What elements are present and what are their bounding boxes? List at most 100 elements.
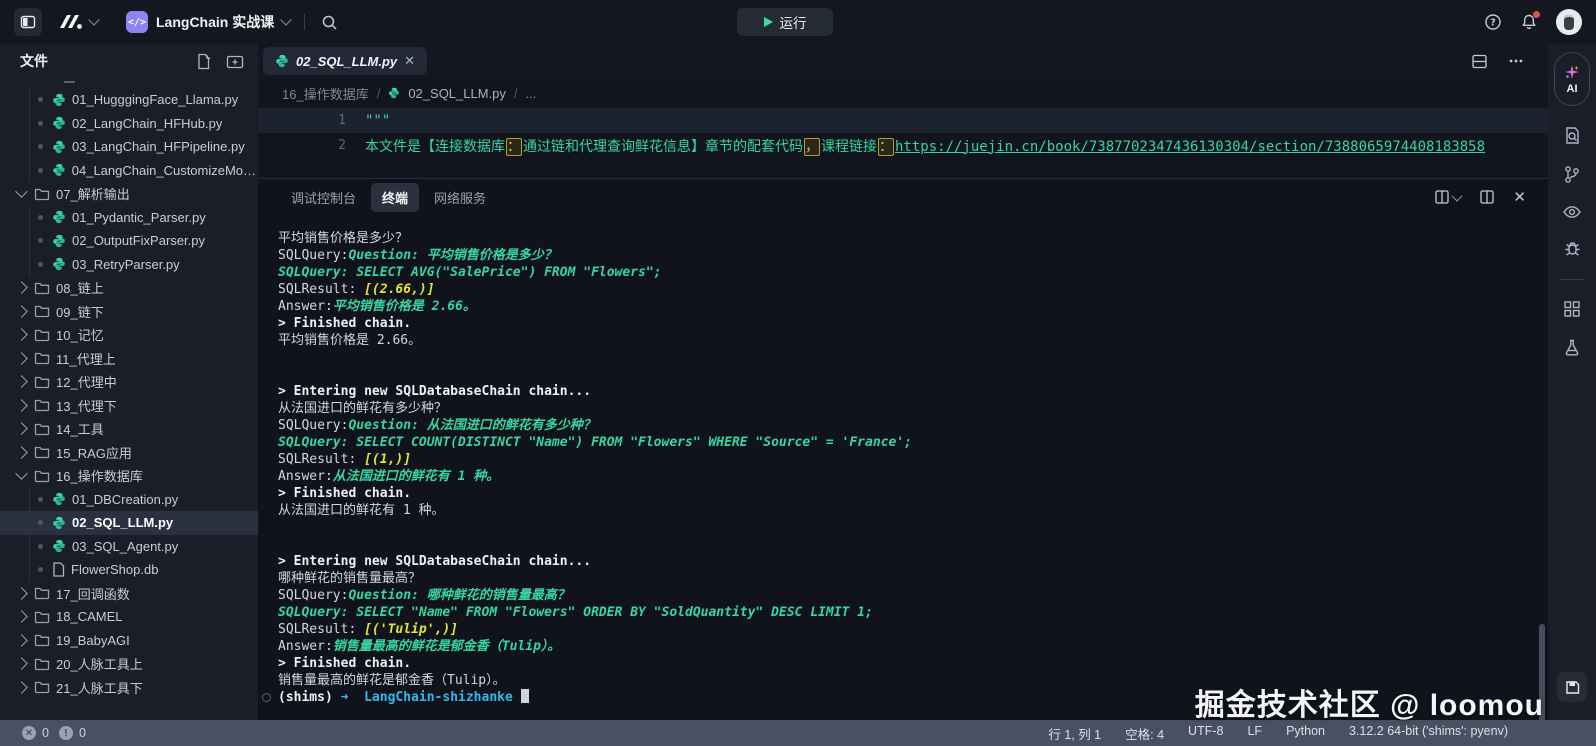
extensions-icon[interactable] bbox=[1563, 300, 1581, 318]
new-folder-icon[interactable] bbox=[226, 53, 244, 70]
tab-02-sql-llm[interactable]: 02_SQL_LLM.py ✕ bbox=[263, 47, 427, 75]
statusbar-item[interactable]: UTF-8 bbox=[1188, 724, 1223, 743]
tab-close-icon[interactable]: ✕ bbox=[404, 53, 415, 69]
ai-assistant-button[interactable]: AI bbox=[1554, 52, 1590, 106]
ai-label: AI bbox=[1567, 83, 1578, 95]
tree-folder-21_人脉工具下[interactable]: 21_人脉工具下 bbox=[0, 676, 258, 700]
breadcrumb: 16_操作数据库 / 02_SQL_LLM.py / ... bbox=[258, 78, 1548, 108]
more-actions-icon[interactable] bbox=[1508, 53, 1524, 69]
code-token: ： bbox=[878, 138, 894, 156]
tree-folder-13_代理下[interactable]: 13_代理下 bbox=[0, 394, 258, 418]
help-icon[interactable]: ? bbox=[1484, 13, 1502, 31]
tree-folder-16_操作数据库[interactable]: 16_操作数据库 bbox=[0, 464, 258, 488]
terminal-line: Answer:销售量最高的鲜花是郁金香（Tulip）。 bbox=[278, 638, 1538, 655]
save-icon bbox=[1565, 680, 1580, 695]
tree-file-03_SQL_Agent.py[interactable]: 03_SQL_Agent.py bbox=[0, 535, 258, 559]
warnings-count: 0 bbox=[79, 726, 86, 740]
app-logo[interactable] bbox=[56, 12, 98, 32]
split-panel-icon2[interactable] bbox=[1479, 189, 1495, 205]
tree-folder-09_链下[interactable]: 09_链下 bbox=[0, 300, 258, 324]
terminal-line: SQLQuery: SELECT AVG("SalePrice") FROM "… bbox=[278, 264, 1538, 281]
workspace-icon: </> bbox=[126, 11, 148, 33]
problems-indicator[interactable]: ✕ 0 ! 0 bbox=[22, 726, 90, 740]
panel-tab-bar: 调试控制台 终端 网络服务 ✕ bbox=[258, 179, 1548, 215]
close-panel-icon[interactable]: ✕ bbox=[1513, 188, 1526, 206]
tree-folder-11_代理上[interactable]: 11_代理上 bbox=[0, 347, 258, 371]
source-control-icon[interactable] bbox=[1563, 165, 1581, 184]
run-button[interactable]: 运行 bbox=[737, 8, 833, 36]
terminal-line: SQLQuery:Question: 平均销售价格是多少？ bbox=[278, 247, 1538, 264]
tree-folder-08_链上[interactable]: 08_链上 bbox=[0, 276, 258, 300]
editor-tab-bar: 02_SQL_LLM.py ✕ bbox=[258, 44, 1548, 78]
terminal-line bbox=[278, 349, 1538, 366]
breadcrumb-file[interactable]: 02_SQL_LLM.py bbox=[408, 86, 506, 101]
split-editor-icon[interactable] bbox=[1471, 53, 1488, 70]
code-line-2[interactable]: 2本文件是【连接数据库：通过链和代理查询鲜花信息】章节的配套代码，课程链接：ht… bbox=[258, 133, 1548, 158]
test-flask-icon[interactable] bbox=[1563, 338, 1581, 357]
save-layout-button[interactable] bbox=[1557, 672, 1587, 702]
tree-file-01_DBCreation.py[interactable]: 01_DBCreation.py bbox=[0, 488, 258, 512]
tree-file-02_SQL_LLM.py[interactable]: 02_SQL_LLM.py bbox=[0, 511, 258, 535]
terminal-line: > Finished chain. bbox=[278, 485, 1538, 502]
code-token: ， bbox=[804, 138, 820, 156]
code-editor[interactable]: 1"""2本文件是【连接数据库：通过链和代理查询鲜花信息】章节的配套代码，课程链… bbox=[258, 108, 1548, 158]
debug-bug-icon[interactable] bbox=[1563, 240, 1582, 259]
breadcrumb-folder[interactable]: 16_操作数据库 bbox=[282, 84, 369, 103]
editor-actions bbox=[1471, 44, 1524, 78]
code-token: 通过链和代理查询鲜花信息】章节的配套代码 bbox=[523, 139, 803, 155]
tab-debug-console[interactable]: 调试控制台 bbox=[280, 183, 367, 212]
explorer-title: 文件 bbox=[20, 51, 195, 71]
code-token: ： bbox=[506, 138, 522, 156]
tree-file-FlowerShop.db[interactable]: FlowerShop.db bbox=[0, 558, 258, 582]
terminal-line: > Entering new SQLDatabaseChain chain... bbox=[278, 383, 1538, 400]
split-terminal-menu-button[interactable] bbox=[1434, 189, 1461, 205]
statusbar-item[interactable]: LF bbox=[1247, 724, 1262, 743]
workspace-switcher[interactable]: </> LangChain 实战课 bbox=[126, 11, 290, 33]
tree-folder-19_BabyAGI[interactable]: 19_BabyAGI bbox=[0, 629, 258, 653]
toggle-sidebar-button[interactable] bbox=[14, 8, 42, 36]
notifications-button[interactable] bbox=[1520, 13, 1538, 31]
explorer-header: 文件 bbox=[0, 44, 258, 78]
new-file-icon[interactable] bbox=[195, 53, 212, 70]
tree-folder-18_CAMEL[interactable]: 18_CAMEL bbox=[0, 605, 258, 629]
terminal-output[interactable]: 平均销售价格是多少？SQLQuery:Question: 平均销售价格是多少？S… bbox=[258, 215, 1548, 720]
code-token: 本文件是【连接数据库 bbox=[365, 139, 505, 155]
terminal-line: 从法国进口的鲜花有 1 种。 bbox=[278, 502, 1538, 519]
tree-file-04_LangChain_CustomizeMod...[interactable]: 04_LangChain_CustomizeMod... bbox=[0, 159, 258, 183]
statusbar-item[interactable]: 3.12.2 64-bit ('shims': pyenv) bbox=[1349, 724, 1508, 743]
tree-file-03_RetryParser.py[interactable]: 03_RetryParser.py bbox=[0, 253, 258, 277]
tab-network-service[interactable]: 网络服务 bbox=[423, 183, 497, 212]
statusbar-item[interactable]: 空格: 4 bbox=[1125, 724, 1164, 743]
course-link[interactable]: https://juejin.cn/book/73877023474361303… bbox=[895, 139, 1485, 155]
avatar-figure bbox=[1564, 15, 1574, 30]
search-icon[interactable] bbox=[321, 14, 338, 31]
tree-folder-17_回调函数[interactable]: 17_回调函数 bbox=[0, 582, 258, 606]
tree-file-01_HugggingFace_Llama.py[interactable]: 01_HugggingFace_Llama.py bbox=[0, 88, 258, 112]
preview-eye-icon[interactable] bbox=[1562, 204, 1582, 220]
terminal-line: Answer:平均销售价格是 2.66。 bbox=[278, 298, 1538, 315]
topbar-right-actions: ? bbox=[1484, 0, 1582, 44]
activity-divider bbox=[1560, 279, 1584, 280]
tree-file-01_Pydantic_Parser.py[interactable]: 01_Pydantic_Parser.py bbox=[0, 206, 258, 230]
tree-folder-12_代理中[interactable]: 12_代理中 bbox=[0, 370, 258, 394]
code-line-1[interactable]: 1""" bbox=[258, 108, 1548, 133]
run-label: 运行 bbox=[780, 12, 807, 32]
file-tree: 01_HugggingFace_Llama.py02_LangChain_HFH… bbox=[0, 88, 258, 699]
statusbar-item[interactable]: 行 1, 列 1 bbox=[1048, 724, 1101, 743]
terminal-line: 平均销售价格是多少？ bbox=[278, 230, 1538, 247]
breadcrumb-symbol[interactable]: ... bbox=[526, 86, 537, 101]
search-files-icon[interactable] bbox=[1563, 126, 1582, 145]
tree-file-02_LangChain_HFHub.py[interactable]: 02_LangChain_HFHub.py bbox=[0, 112, 258, 136]
statusbar-item[interactable]: Python bbox=[1286, 724, 1325, 743]
logo-chevron-down-icon bbox=[88, 14, 99, 25]
tree-folder-20_人脉工具上[interactable]: 20_人脉工具上 bbox=[0, 652, 258, 676]
terminal-line bbox=[278, 519, 1538, 536]
tree-file-03_LangChain_HFPipeline.py[interactable]: 03_LangChain_HFPipeline.py bbox=[0, 135, 258, 159]
tree-folder-14_工具[interactable]: 14_工具 bbox=[0, 417, 258, 441]
tree-file-02_OutputFixParser.py[interactable]: 02_OutputFixParser.py bbox=[0, 229, 258, 253]
tree-folder-10_记忆[interactable]: 10_记忆 bbox=[0, 323, 258, 347]
tree-folder-15_RAG应用[interactable]: 15_RAG应用 bbox=[0, 441, 258, 465]
tree-folder-07_解析输出[interactable]: 07_解析输出 bbox=[0, 182, 258, 206]
user-avatar[interactable] bbox=[1556, 9, 1582, 35]
tab-terminal[interactable]: 终端 bbox=[371, 183, 419, 212]
